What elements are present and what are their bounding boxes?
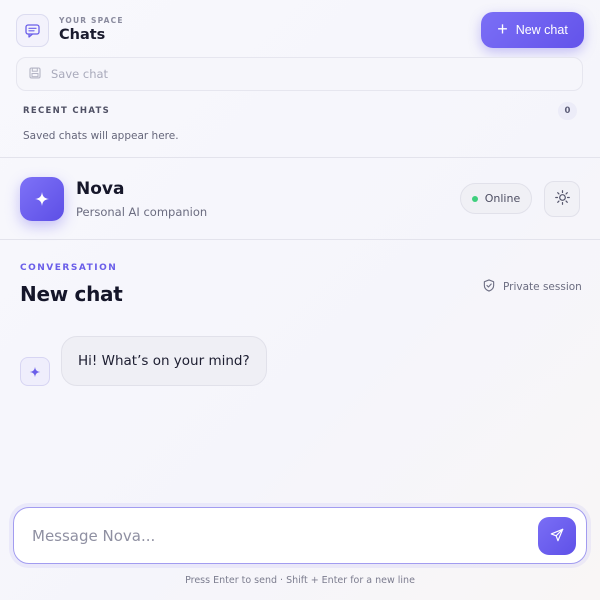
space-eyebrow: YOUR SPACE	[59, 16, 124, 25]
assistant-subtitle: Personal AI companion	[76, 205, 208, 219]
recent-count-badge: 0	[558, 102, 577, 120]
assistant-header: Nova Personal AI companion Online	[0, 159, 600, 240]
assistant-name: Nova	[76, 179, 125, 199]
status-badge: Online	[460, 183, 532, 214]
recent-chats-heading: RECENT CHATS	[23, 106, 111, 116]
sun-icon	[554, 190, 570, 208]
private-session-indicator: Private session	[483, 279, 582, 295]
chat-app: YOUR SPACE Chats + New chat Save chat RE…	[0, 0, 600, 600]
space-title: Chats	[59, 27, 106, 43]
send-button[interactable]	[538, 517, 576, 555]
new-chat-label: New chat	[515, 23, 568, 37]
private-session-label: Private session	[503, 281, 582, 293]
chat-bubble-icon	[16, 14, 49, 47]
theme-toggle-button[interactable]	[544, 181, 580, 217]
new-chat-button[interactable]: + New chat	[481, 12, 584, 48]
sparkle-icon	[20, 177, 64, 221]
shield-check-icon	[483, 279, 495, 295]
recent-empty-text: Saved chats will appear here.	[23, 130, 179, 142]
plus-icon: +	[497, 19, 508, 39]
conversation-title: New chat	[20, 282, 123, 306]
conversation-eyebrow: CONVERSATION	[20, 263, 118, 273]
save-chat-label: Save chat	[51, 67, 109, 81]
message-input[interactable]	[32, 524, 522, 548]
send-arrow-icon	[550, 528, 564, 545]
floppy-disk-icon	[29, 66, 41, 82]
message-composer	[13, 507, 587, 564]
composer-hint: Press Enter to send · Shift + Enter for …	[185, 575, 415, 586]
message-avatar-sparkle-icon	[20, 357, 50, 386]
status-dot-icon	[471, 195, 478, 202]
save-chat-button[interactable]: Save chat	[16, 57, 583, 91]
status-label: Online	[484, 192, 521, 205]
assistant-message-bubble: Hi! What’s on your mind?	[61, 336, 267, 386]
chats-panel: YOUR SPACE Chats + New chat Save chat RE…	[0, 0, 600, 158]
